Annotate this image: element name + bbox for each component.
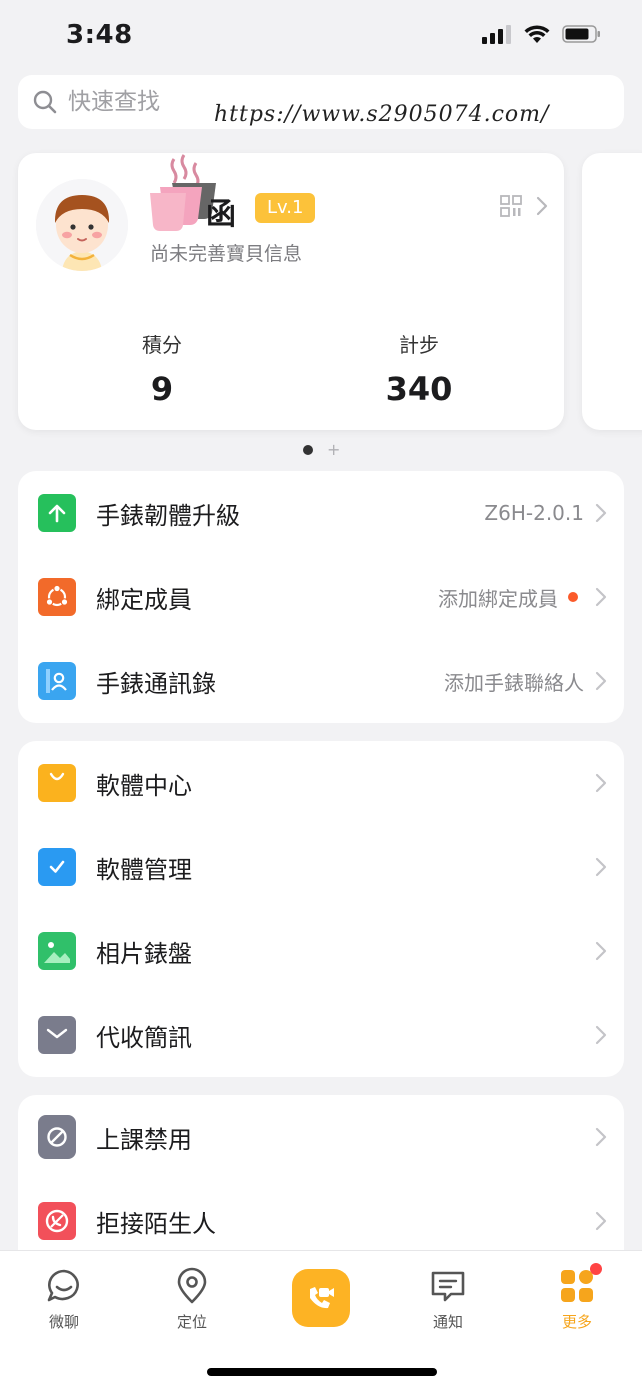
next-profile-card[interactable]: [582, 153, 642, 430]
avatar[interactable]: [36, 179, 128, 271]
cellular-signal-icon: [482, 25, 511, 44]
baby-profile-card[interactable]: 函 Lv.1 尚未完善寶貝信息 積分 9 計步 340: [18, 153, 564, 430]
notification-dot: [568, 592, 578, 602]
location-pin-icon: [177, 1267, 207, 1304]
steps-label: 計步: [399, 333, 439, 357]
wifi-icon: [524, 25, 550, 43]
profile-subtitle: 尚未完善寶貝信息: [150, 243, 303, 265]
points-value: 9: [150, 370, 174, 408]
status-icons: [482, 24, 602, 44]
more-badge: [590, 1263, 602, 1275]
card-pager: +: [303, 442, 340, 458]
menu-label: 手錶通訊錄: [96, 669, 216, 698]
level-badge: Lv.1: [255, 193, 316, 223]
tab-label: 微聊: [48, 1313, 79, 1331]
steps-stat[interactable]: 計步 340: [319, 329, 519, 408]
points-stat[interactable]: 積分 9: [62, 329, 262, 408]
chevron-right-icon: [595, 941, 607, 961]
points-label: 積分: [142, 333, 182, 357]
menu-label: 軟體中心: [96, 771, 192, 800]
steps-value: 340: [385, 370, 453, 408]
menu-label: 代收簡訊: [96, 1023, 192, 1052]
contacts-icon: [38, 662, 76, 700]
chevron-right-icon: [595, 1025, 607, 1045]
shopping-bag-icon: [38, 764, 76, 802]
chevron-right-icon: [595, 1211, 607, 1231]
chat-icon: [47, 1269, 79, 1302]
menu-row-photo-watchface[interactable]: 相片錶盤: [18, 909, 624, 993]
image-icon: [38, 932, 76, 970]
child-avatar-icon: [36, 179, 128, 271]
menu-label: 軟體管理: [96, 855, 192, 884]
menu-label: 相片錶盤: [96, 939, 192, 968]
status-bar: 3:48: [0, 0, 642, 72]
menu-label: 手錶韌體升級: [96, 501, 240, 530]
tab-notifications[interactable]: 通知: [403, 1267, 493, 1332]
status-time: 3:48: [66, 20, 133, 50]
baby-name: 函: [206, 197, 236, 232]
firmware-version: Z6H-2.0.1: [484, 501, 584, 525]
menu-row-firmware-upgrade[interactable]: 手錶韌體升級 Z6H-2.0.1: [18, 471, 624, 555]
tab-label: 更多: [561, 1313, 592, 1331]
home-indicator[interactable]: [207, 1368, 437, 1376]
tab-label: 定位: [176, 1313, 207, 1331]
chevron-right-icon: [595, 503, 607, 523]
share-members-icon: [38, 578, 76, 616]
device-settings-card: 手錶韌體升級 Z6H-2.0.1 綁定成員 添加綁定成員 手錶通訊錄 添加手錶聯…: [18, 471, 624, 723]
chevron-right-icon: [595, 1127, 607, 1147]
menu-label: 拒接陌生人: [96, 1209, 216, 1238]
menu-row-sms-proxy[interactable]: 代收簡訊: [18, 993, 624, 1077]
menu-row-app-center[interactable]: 軟體中心: [18, 741, 624, 825]
chevron-right-icon: [595, 587, 607, 607]
watermark-url: https://www.s2905074.com/: [214, 102, 550, 127]
qr-code-icon: [500, 195, 522, 217]
menu-row-watch-contacts[interactable]: 手錶通訊錄 添加手錶聯絡人: [18, 639, 624, 723]
add-members-hint: 添加綁定成員: [438, 586, 558, 611]
tab-location[interactable]: 定位: [147, 1267, 237, 1332]
upgrade-icon: [38, 494, 76, 532]
pager-add-icon[interactable]: +: [327, 442, 340, 458]
chevron-right-icon: [595, 773, 607, 793]
video-call-icon: [310, 1287, 334, 1309]
qr-code-link[interactable]: [500, 195, 548, 217]
pager-dot-active: [303, 445, 313, 455]
chevron-right-icon: [595, 671, 607, 691]
notification-icon: [431, 1271, 465, 1302]
tab-label: 通知: [432, 1313, 463, 1331]
battery-icon: [562, 25, 600, 43]
video-call-button[interactable]: [292, 1269, 350, 1327]
envelope-icon: [38, 1016, 76, 1054]
menu-label: 綁定成員: [96, 585, 192, 614]
block-call-icon: [38, 1202, 76, 1240]
menu-row-bind-members[interactable]: 綁定成員 添加綁定成員: [18, 555, 624, 639]
menu-row-class-mode[interactable]: 上課禁用: [18, 1095, 624, 1179]
chevron-right-icon: [536, 196, 548, 216]
add-contacts-hint: 添加手錶聯絡人: [444, 670, 584, 695]
watch-disabled-icon: [38, 1115, 76, 1159]
chevron-right-icon: [595, 857, 607, 877]
menu-label: 上課禁用: [96, 1125, 192, 1154]
apps-card: 軟體中心 軟體管理 相片錶盤 代收簡訊: [18, 741, 624, 1077]
menu-row-app-management[interactable]: 軟體管理: [18, 825, 624, 909]
tab-chat[interactable]: 微聊: [19, 1267, 109, 1332]
tab-more[interactable]: 更多: [532, 1263, 622, 1332]
checkmark-icon: [38, 848, 76, 886]
search-icon: [33, 90, 57, 114]
